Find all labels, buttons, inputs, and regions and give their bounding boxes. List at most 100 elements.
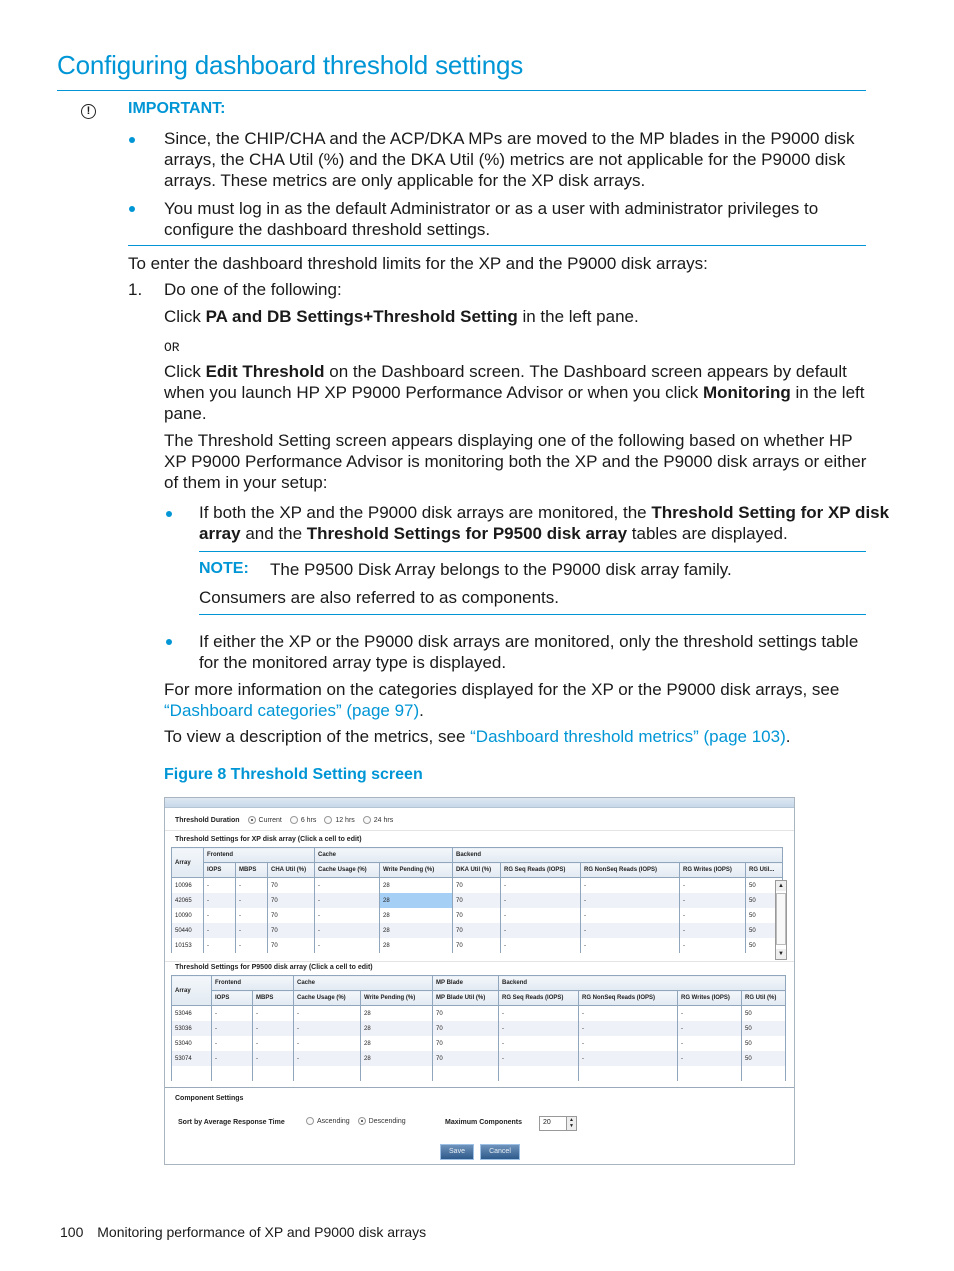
threshold-cell[interactable]: - (314, 908, 380, 923)
threshold-cell[interactable]: 70 (432, 1021, 500, 1036)
threshold-cell[interactable]: - (498, 1036, 580, 1051)
threshold-cell[interactable]: - (314, 893, 380, 908)
threshold-cell[interactable]: - (293, 1005, 361, 1021)
threshold-cell[interactable]: 28 (359, 1051, 434, 1066)
threshold-cell[interactable]: - (498, 1021, 580, 1036)
threshold-cell[interactable]: - (203, 893, 236, 908)
scroll-up-icon[interactable]: ▲ (776, 881, 786, 891)
threshold-cell[interactable]: - (500, 923, 582, 938)
threshold-cell[interactable]: - (498, 1005, 580, 1021)
threshold-cell[interactable]: 28 (359, 1036, 434, 1051)
threshold-cell[interactable]: - (580, 893, 681, 908)
threshold-cell[interactable]: 70 (432, 1005, 500, 1021)
threshold-cell[interactable]: - (498, 1051, 580, 1066)
threshold-cell[interactable]: - (203, 877, 236, 893)
threshold-cell[interactable]: - (293, 1036, 361, 1051)
threshold-cell[interactable]: - (500, 893, 582, 908)
scroll-thumb[interactable] (776, 893, 786, 945)
max-components-value[interactable]: 20 (543, 1119, 551, 1126)
scroll-down-icon[interactable]: ▼ (776, 949, 786, 959)
threshold-cell[interactable]: - (235, 923, 268, 938)
threshold-cell[interactable]: - (500, 877, 582, 893)
threshold-cell[interactable]: - (314, 923, 380, 938)
threshold-cell[interactable]: 28 (359, 1021, 434, 1036)
threshold-cell[interactable]: - (211, 1021, 253, 1036)
radio-12hrs[interactable] (324, 816, 333, 824)
threshold-cell[interactable]: - (578, 1005, 679, 1021)
threshold-cell[interactable]: 50 (741, 1005, 787, 1021)
threshold-cell[interactable]: - (235, 893, 268, 908)
threshold-cell[interactable]: - (677, 1051, 743, 1066)
threshold-cell[interactable]: - (235, 877, 268, 893)
threshold-cell[interactable]: 50 (741, 1021, 787, 1036)
threshold-cell[interactable]: - (500, 908, 582, 923)
threshold-cell[interactable]: - (580, 877, 681, 893)
threshold-cell[interactable]: 70 (452, 893, 502, 908)
radio-6hrs[interactable] (289, 816, 298, 824)
threshold-cell[interactable]: - (314, 938, 380, 953)
dashboard-categories-link[interactable]: “Dashboard categories” (page 97) (164, 701, 419, 720)
threshold-cell[interactable]: - (580, 938, 681, 953)
threshold-cell[interactable]: 70 (267, 877, 315, 893)
threshold-cell[interactable]: 70 (267, 893, 315, 908)
xp-table-scrollbar[interactable]: ▲ ▼ (775, 880, 787, 960)
threshold-cell[interactable]: - (252, 1005, 294, 1021)
radio-ascending[interactable] (306, 1117, 314, 1125)
threshold-cell[interactable]: - (252, 1036, 294, 1051)
threshold-cell[interactable]: - (203, 908, 236, 923)
stepper-arrows-icon[interactable]: ▲ ▼ (566, 1117, 576, 1130)
threshold-cell[interactable]: - (314, 877, 380, 893)
threshold-cell[interactable]: - (252, 1021, 294, 1036)
radio-descending[interactable] (357, 1117, 366, 1125)
threshold-cell[interactable]: 70 (452, 923, 502, 938)
threshold-cell[interactable]: - (679, 923, 747, 938)
threshold-cell[interactable]: - (679, 877, 747, 893)
more-info-paragraph: For more information on the categories d… (164, 679, 839, 721)
cancel-button[interactable]: Cancel (480, 1144, 520, 1160)
radio-24hrs[interactable] (362, 816, 371, 824)
threshold-cell[interactable]: 70 (452, 938, 502, 953)
threshold-cell[interactable]: - (578, 1051, 679, 1066)
threshold-cell[interactable]: - (578, 1036, 679, 1051)
threshold-cell[interactable]: - (677, 1036, 743, 1051)
threshold-cell[interactable]: - (580, 908, 681, 923)
radio-current[interactable] (247, 816, 256, 824)
threshold-cell[interactable]: 28 (378, 893, 454, 908)
threshold-cell[interactable]: - (293, 1051, 361, 1066)
threshold-cell[interactable]: - (677, 1021, 743, 1036)
threshold-cell[interactable]: - (677, 1005, 743, 1021)
threshold-cell[interactable]: 70 (432, 1051, 500, 1066)
threshold-cell[interactable]: 28 (378, 877, 454, 893)
save-button[interactable]: Save (440, 1144, 474, 1160)
threshold-cell[interactable]: - (293, 1021, 361, 1036)
threshold-cell[interactable]: - (580, 923, 681, 938)
threshold-cell[interactable]: - (211, 1005, 253, 1021)
threshold-cell[interactable]: 70 (267, 923, 315, 938)
threshold-cell[interactable]: - (578, 1021, 679, 1036)
threshold-cell[interactable]: 28 (378, 908, 454, 923)
dashboard-threshold-metrics-link[interactable]: “Dashboard threshold metrics” (page 103) (470, 727, 786, 746)
threshold-cell[interactable]: - (235, 908, 268, 923)
note-rule-top (199, 551, 866, 552)
threshold-cell[interactable]: - (203, 938, 236, 953)
threshold-cell[interactable]: 70 (267, 908, 315, 923)
threshold-cell[interactable]: 70 (432, 1036, 500, 1051)
threshold-cell[interactable]: - (679, 908, 747, 923)
threshold-cell[interactable]: 28 (378, 938, 454, 953)
threshold-cell[interactable]: 50 (741, 1036, 787, 1051)
threshold-cell[interactable]: 70 (452, 908, 502, 923)
threshold-cell[interactable]: 70 (452, 877, 502, 893)
max-components-stepper[interactable]: 20 ▲ ▼ (539, 1116, 577, 1131)
threshold-cell[interactable]: - (500, 938, 582, 953)
threshold-cell[interactable]: 70 (267, 938, 315, 953)
threshold-cell[interactable]: - (203, 923, 236, 938)
threshold-cell[interactable]: 28 (378, 923, 454, 938)
threshold-cell[interactable]: - (252, 1051, 294, 1066)
threshold-cell[interactable]: - (679, 938, 747, 953)
threshold-cell[interactable]: - (211, 1036, 253, 1051)
threshold-cell[interactable]: 28 (359, 1005, 434, 1021)
threshold-cell[interactable]: - (679, 893, 747, 908)
threshold-cell[interactable]: 50 (741, 1051, 787, 1066)
threshold-cell[interactable]: - (211, 1051, 253, 1066)
threshold-cell[interactable]: - (235, 938, 268, 953)
